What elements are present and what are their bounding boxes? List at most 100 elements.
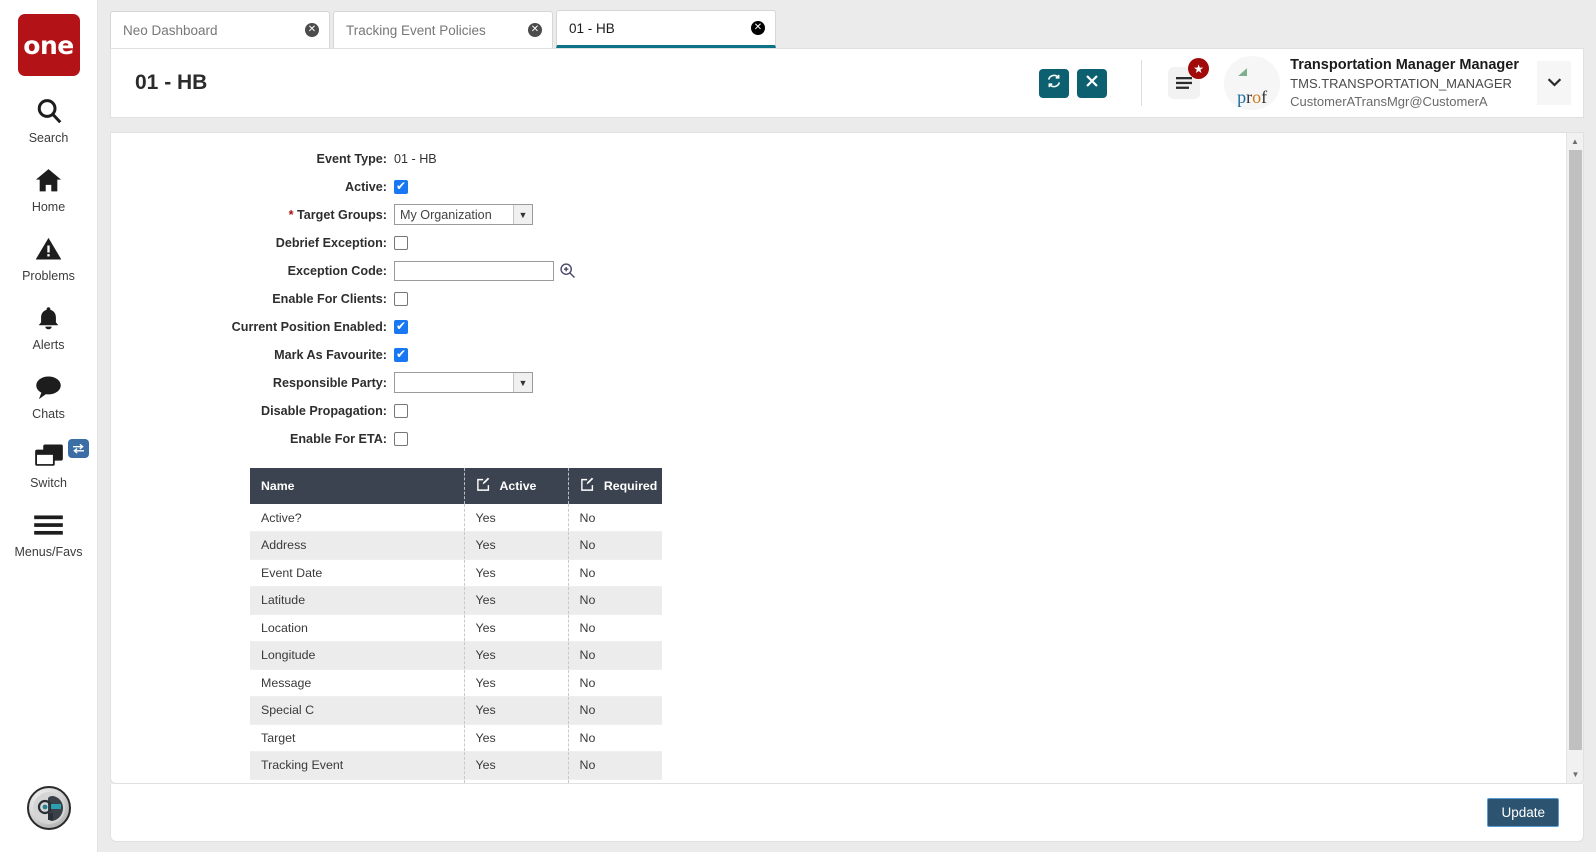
sidebar-item-problems[interactable]: Problems bbox=[0, 232, 98, 283]
scroll-up-button[interactable]: ▲ bbox=[1567, 133, 1583, 150]
vertical-scrollbar[interactable]: ▲ ▼ bbox=[1566, 133, 1583, 783]
broken-image-icon bbox=[1238, 68, 1248, 76]
table-row[interactable]: Latitude Yes No bbox=[250, 586, 662, 615]
field-current-position-enabled: Current Position Enabled: bbox=[111, 315, 1566, 338]
cell-active: Yes bbox=[464, 614, 569, 642]
table-row[interactable]: TypeYesNo bbox=[250, 779, 662, 783]
cell-active: Yes bbox=[464, 696, 569, 725]
field-debrief-exception: Debrief Exception: bbox=[111, 231, 1566, 254]
field-label: Mark As Favourite: bbox=[274, 347, 387, 362]
close-icon[interactable]: ✕ bbox=[528, 23, 542, 37]
home-icon bbox=[33, 163, 64, 197]
star-icon: ★ bbox=[1188, 58, 1210, 79]
field-label: Responsible Party: bbox=[272, 375, 387, 390]
table-row[interactable]: Message Yes No bbox=[250, 669, 662, 697]
table-row[interactable]: Target Yes No bbox=[250, 724, 662, 752]
table-row[interactable]: Active? Yes No bbox=[250, 504, 662, 532]
close-x-icon bbox=[1085, 74, 1099, 93]
sidebar-item-alerts[interactable]: Alerts bbox=[0, 301, 98, 352]
field-label: Enable For ETA: bbox=[289, 431, 387, 446]
table-row[interactable]: Address Yes No bbox=[250, 531, 662, 560]
windows-stack-icon bbox=[34, 439, 64, 473]
magnifier-plus-icon[interactable] bbox=[559, 262, 576, 279]
content-card: Event Type: 01 - HB Active: * Target Gro… bbox=[110, 132, 1584, 784]
enable-for-eta-checkbox[interactable] bbox=[394, 431, 408, 446]
exception-code-input[interactable] bbox=[394, 260, 554, 281]
cell-required: No bbox=[568, 724, 662, 752]
user-menu-button[interactable] bbox=[1537, 61, 1571, 105]
sidebar-item-chats[interactable]: Chats bbox=[0, 370, 98, 421]
user-name: Transportation Manager Manager bbox=[1290, 56, 1519, 73]
chevron-down-icon bbox=[1547, 74, 1562, 92]
bell-icon bbox=[35, 301, 62, 335]
header-divider bbox=[1141, 60, 1143, 106]
tab-tracking-event-policies[interactable]: Tracking Event Policies ✕ bbox=[333, 11, 553, 48]
close-icon[interactable]: ✕ bbox=[305, 23, 319, 37]
cell-name: Latitude bbox=[250, 586, 465, 615]
disable-propagation-checkbox[interactable] bbox=[394, 403, 408, 418]
mark-as-favourite-checkbox[interactable] bbox=[394, 347, 408, 362]
enable-for-clients-checkbox[interactable] bbox=[394, 291, 408, 306]
close-icon[interactable]: ✕ bbox=[751, 21, 765, 35]
notifications-menu-button[interactable]: ★ bbox=[1168, 58, 1210, 99]
field-enable-for-eta: Enable For ETA: bbox=[111, 427, 1566, 450]
sidebar-item-home[interactable]: Home bbox=[0, 163, 98, 214]
column-header-active[interactable]: Active bbox=[464, 468, 569, 504]
content-scroll-region: Event Type: 01 - HB Active: * Target Gro… bbox=[111, 133, 1566, 783]
responsible-party-select[interactable]: ▼ bbox=[394, 372, 533, 393]
sidebar-item-search[interactable]: Search bbox=[0, 94, 98, 145]
search-icon bbox=[34, 94, 64, 128]
avatar: prof bbox=[1224, 56, 1281, 110]
app-logo[interactable]: one bbox=[17, 14, 80, 76]
cell-name: Event Date bbox=[250, 559, 465, 587]
hamburger-icon bbox=[33, 508, 64, 542]
table-header-row: Name Active Required bbox=[250, 468, 662, 504]
tab-01-hb[interactable]: 01 - HB ✕ bbox=[556, 10, 776, 48]
active-checkbox[interactable] bbox=[394, 179, 408, 194]
target-groups-select[interactable]: My Organization ▼ bbox=[394, 204, 533, 225]
cell-active: Yes bbox=[464, 669, 569, 697]
column-header-required[interactable]: Required bbox=[568, 468, 662, 504]
refresh-button[interactable] bbox=[1039, 68, 1070, 98]
debrief-exception-checkbox[interactable] bbox=[394, 235, 408, 250]
scrollbar-thumb[interactable] bbox=[1569, 150, 1582, 750]
field-label: Event Type: bbox=[316, 151, 387, 166]
field-label: Debrief Exception: bbox=[275, 235, 387, 250]
page-title: 01 - HB bbox=[135, 71, 208, 94]
field-mark-as-favourite: Mark As Favourite: bbox=[111, 343, 1566, 366]
column-header-name[interactable]: Name bbox=[250, 468, 465, 504]
current-position-enabled-checkbox[interactable] bbox=[394, 319, 408, 334]
cell-required: No bbox=[568, 531, 662, 560]
page-header: 01 - HB ★ prof Transportation Manager Ma… bbox=[110, 48, 1584, 118]
sidebar-item-menus-favs[interactable]: Menus/Favs bbox=[0, 508, 98, 559]
sidebar-label-search: Search bbox=[28, 131, 69, 145]
close-button[interactable] bbox=[1077, 68, 1108, 98]
attributes-table: Name Active Required Active? Yes No Addr… bbox=[250, 468, 662, 783]
edit-pencil-icon[interactable] bbox=[476, 477, 491, 495]
cell-name: Active? bbox=[250, 504, 465, 532]
user-info: Transportation Manager Manager TMS.TRANS… bbox=[1290, 56, 1519, 111]
tab-label: 01 - HB bbox=[569, 20, 615, 36]
sidebar-item-switch[interactable]: Switch bbox=[0, 439, 98, 490]
update-button[interactable]: Update bbox=[1487, 798, 1559, 827]
cell-name: Longitude bbox=[250, 641, 465, 670]
field-target-groups: * Target Groups: My Organization ▼ bbox=[111, 203, 1566, 226]
table-row[interactable]: Location Yes No bbox=[250, 614, 662, 642]
exchange-arrows-icon[interactable] bbox=[67, 439, 89, 458]
ai-assistant-avatar-icon[interactable] bbox=[27, 786, 71, 830]
scroll-down-button[interactable]: ▼ bbox=[1567, 766, 1583, 783]
field-label: Current Position Enabled: bbox=[231, 319, 387, 334]
field-label: Enable For Clients: bbox=[272, 291, 387, 306]
tab-neo-dashboard[interactable]: Neo Dashboard ✕ bbox=[110, 11, 330, 48]
left-sidebar: one Search Home Problems Alerts Chats Sw… bbox=[0, 0, 98, 852]
field-responsible-party: Responsible Party: ▼ bbox=[111, 371, 1566, 394]
table-row[interactable]: Tracking Event Yes No bbox=[250, 751, 662, 780]
cell-name: Message bbox=[250, 669, 465, 697]
table-row[interactable]: Special C Yes No bbox=[250, 696, 662, 725]
edit-pencil-icon[interactable] bbox=[580, 477, 595, 495]
cell-required: No bbox=[568, 641, 662, 670]
table-row[interactable]: Longitude Yes No bbox=[250, 641, 662, 670]
app-logo-text: one bbox=[23, 30, 74, 60]
table-row[interactable]: Event Date Yes No bbox=[250, 559, 662, 587]
cell-required: No bbox=[568, 669, 662, 697]
